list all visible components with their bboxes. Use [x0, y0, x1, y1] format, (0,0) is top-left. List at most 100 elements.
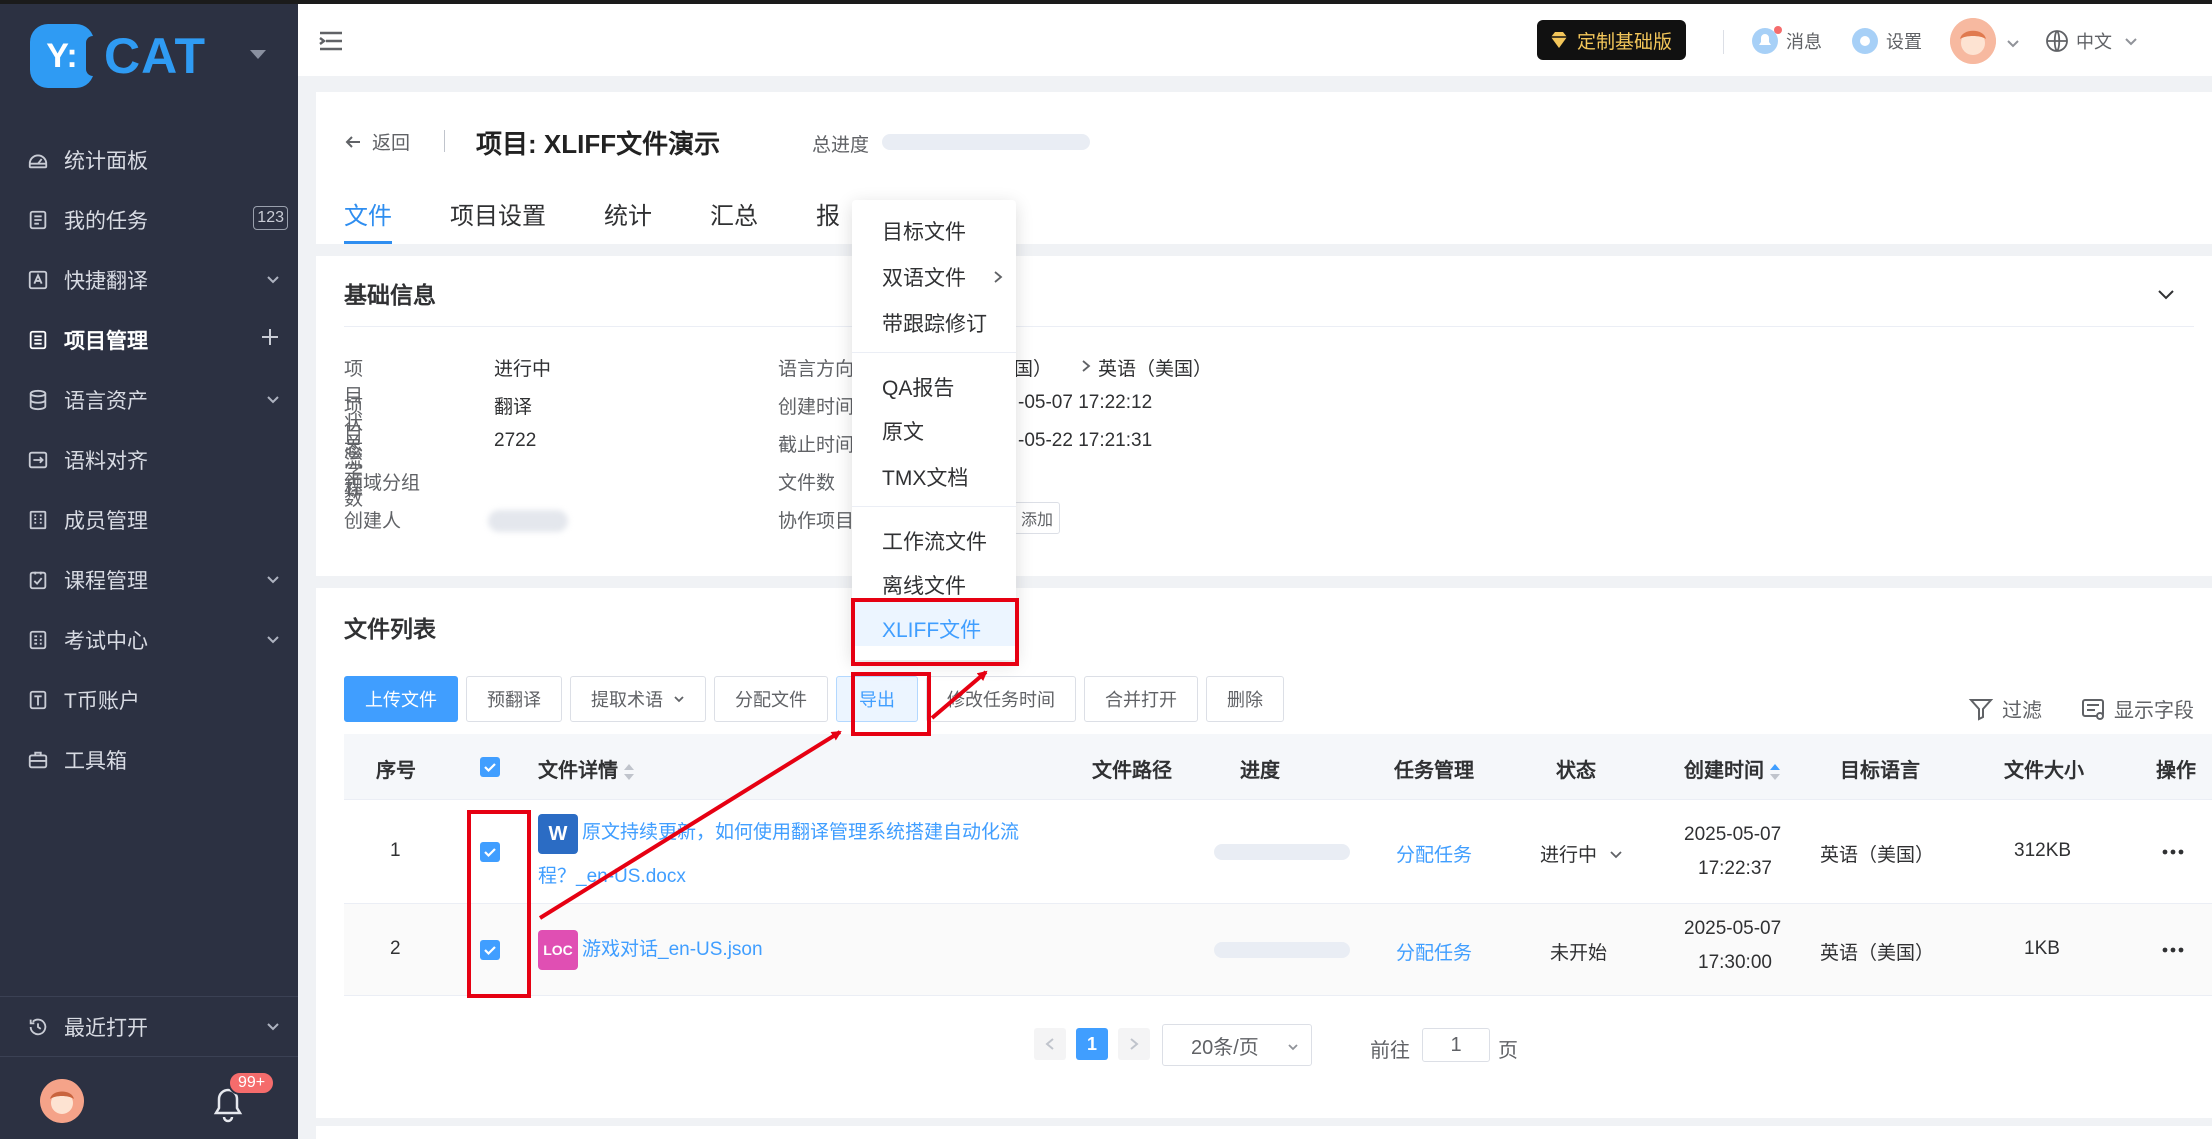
menu-item-qa-report[interactable]: QA报告	[882, 372, 954, 402]
extract-terms-button[interactable]: 提取术语	[570, 676, 706, 722]
settings-button[interactable]: 设置	[1850, 24, 1922, 58]
file-name-link[interactable]: 原文持续更新，如何使用翻译管理系统搭建自动化流	[582, 812, 1019, 854]
user-avatar[interactable]	[1950, 18, 1996, 64]
pretranslate-button[interactable]: 预翻译	[466, 676, 562, 722]
annotation-export-highlight	[851, 672, 931, 736]
menu-toggle-icon[interactable]	[318, 30, 344, 52]
upload-file-button[interactable]: 上传文件	[344, 676, 458, 722]
add-collab-button[interactable]: 添加	[1014, 502, 1061, 534]
table-row: 2 LOC 游戏对话_en-US.json 分配任务 未开始 2025-05-0…	[344, 904, 2212, 996]
file-progress-bar	[1214, 844, 1350, 860]
page-number[interactable]: 1	[1076, 1028, 1108, 1060]
col-file-details[interactable]: 文件详情	[538, 754, 634, 783]
sidebar-item-project-management[interactable]: 项目管理	[0, 310, 298, 370]
sidebar-item-language-assets[interactable]: 语言资产	[0, 370, 298, 430]
sidebar-item-recent[interactable]: 最近打开	[0, 996, 298, 1056]
chevron-down-icon[interactable]	[2156, 284, 2176, 304]
menu-item-bilingual-file[interactable]: 双语文件	[882, 262, 966, 292]
modify-task-time-button[interactable]: 修改任务时间	[926, 676, 1076, 722]
title-divider	[444, 130, 445, 152]
chevron-down-icon	[266, 628, 280, 652]
menu-item-workflow-file[interactable]: 工作流文件	[882, 526, 987, 556]
tab-statistics[interactable]: 统计	[604, 196, 652, 244]
chevron-down-icon[interactable]	[2006, 36, 2020, 50]
plus-icon[interactable]	[260, 327, 280, 353]
back-button[interactable]: 返回	[344, 128, 410, 155]
info-label: 语言方向	[778, 359, 855, 380]
task-icon	[26, 208, 50, 232]
col-file-size: 文件大小	[2004, 760, 2084, 782]
file-name-link[interactable]: 游戏对话_en-US.json	[582, 929, 763, 971]
col-created-time[interactable]: 创建时间	[1684, 754, 1780, 783]
tab-reports[interactable]: 报	[816, 196, 840, 244]
col-file-path: 文件路径	[1092, 760, 1172, 782]
globe-icon	[2044, 28, 2070, 54]
translate-icon	[26, 268, 50, 292]
language-switcher[interactable]: 中文	[2044, 24, 2138, 58]
sidebar-menu: 统计面板 我的任务 123 快捷翻译 项目管理 语言资产 语料对齐 成员管理 课…	[0, 130, 298, 790]
menu-item-source[interactable]: 原文	[882, 416, 924, 446]
sidebar-item-corpus-alignment[interactable]: 语料对齐	[0, 430, 298, 490]
sidebar-footer: 99+	[0, 1056, 298, 1139]
page-size-select[interactable]: 20条/页	[1162, 1024, 1312, 1066]
prev-page-button[interactable]	[1034, 1028, 1066, 1060]
info-label: 领域分组	[344, 473, 421, 494]
tab-summary[interactable]: 汇总	[710, 196, 758, 244]
menu-item-target-file[interactable]: 目标文件	[882, 216, 966, 246]
sidebar-item-toolbox[interactable]: 工具箱	[0, 730, 298, 790]
table-header: 序号 文件详情 文件路径 进度 任务管理 状态 创建时间 目标语言 文件大小 操…	[344, 734, 2212, 800]
assign-files-button[interactable]: 分配文件	[714, 676, 828, 722]
basic-info-panel: 基础信息 项目状态 进行中 项目流程 翻译 总字数 2722 领域分组 创建人 …	[316, 256, 2212, 576]
sidebar-item-quick-translate[interactable]: 快捷翻译	[0, 250, 298, 310]
select-all-checkbox[interactable]	[480, 757, 500, 777]
top-header: 定制基础版 消息 设置 中文	[298, 4, 2212, 76]
next-page-button[interactable]	[1118, 1028, 1150, 1060]
filter-button[interactable]: 过滤	[1968, 694, 2042, 723]
assign-task-link[interactable]: 分配任务	[1396, 938, 1472, 965]
task-count-badge: 123	[253, 206, 288, 230]
messages-button[interactable]: 消息	[1750, 24, 1822, 58]
goto-page-input[interactable]	[1422, 1028, 1490, 1062]
sidebar-item-label: 语料对齐	[64, 450, 148, 473]
created-date: 2025-05-07	[1684, 918, 1782, 939]
sidebar-item-my-tasks[interactable]: 我的任务 123	[0, 190, 298, 250]
sidebar-item-label: 最近打开	[64, 1016, 148, 1040]
file-progress-bar	[1214, 942, 1350, 958]
header-divider	[1723, 30, 1724, 54]
status-dropdown[interactable]: 进行中	[1540, 840, 1623, 867]
assign-task-link[interactable]: 分配任务	[1396, 840, 1472, 867]
project-tabs: 文件 项目设置 统计 汇总 报	[344, 196, 898, 244]
filter-icon	[1968, 698, 1994, 721]
sidebar-item-course-management[interactable]: 课程管理	[0, 550, 298, 610]
chevron-right-icon	[1082, 360, 1091, 372]
brand-logo[interactable]: Y: CAT	[30, 24, 206, 88]
show-fields-label: 显示字段	[2114, 700, 2194, 722]
show-fields-button[interactable]: 显示字段	[2080, 694, 2194, 723]
more-icon[interactable]	[2162, 849, 2184, 855]
file-name-link[interactable]: 程？_en-US.docx	[538, 856, 686, 898]
sort-icon[interactable]	[624, 763, 634, 781]
tab-files[interactable]: 文件	[344, 196, 392, 244]
col-status: 状态	[1556, 760, 1596, 782]
caret-down-icon[interactable]	[250, 50, 266, 59]
created-date: 2025-05-07	[1684, 824, 1782, 845]
sort-icon[interactable]	[1770, 763, 1780, 781]
tab-project-settings[interactable]: 项目设置	[450, 196, 546, 244]
avatar[interactable]	[40, 1079, 84, 1123]
sidebar-item-exam-center[interactable]: 考试中心	[0, 610, 298, 670]
sidebar-item-label: 项目管理	[64, 330, 148, 353]
menu-item-offline-file[interactable]: 离线文件	[882, 570, 966, 600]
sidebar-item-label: 快捷翻译	[64, 270, 148, 293]
merge-open-button[interactable]: 合并打开	[1084, 676, 1198, 722]
delete-button[interactable]: 删除	[1206, 676, 1284, 722]
sidebar-item-dashboard[interactable]: 统计面板	[0, 130, 298, 190]
more-icon[interactable]	[2162, 947, 2184, 953]
row-index: 2	[390, 938, 401, 959]
menu-item-tmx[interactable]: TMX文档	[882, 462, 968, 492]
messages-label: 消息	[1786, 32, 1822, 52]
vip-plan-button[interactable]: 定制基础版	[1537, 20, 1687, 60]
sidebar-item-member-management[interactable]: 成员管理	[0, 490, 298, 550]
menu-item-track-changes[interactable]: 带跟踪修订	[882, 308, 987, 338]
sidebar-item-coin-account[interactable]: T币账户	[0, 670, 298, 730]
history-icon	[26, 1015, 50, 1039]
